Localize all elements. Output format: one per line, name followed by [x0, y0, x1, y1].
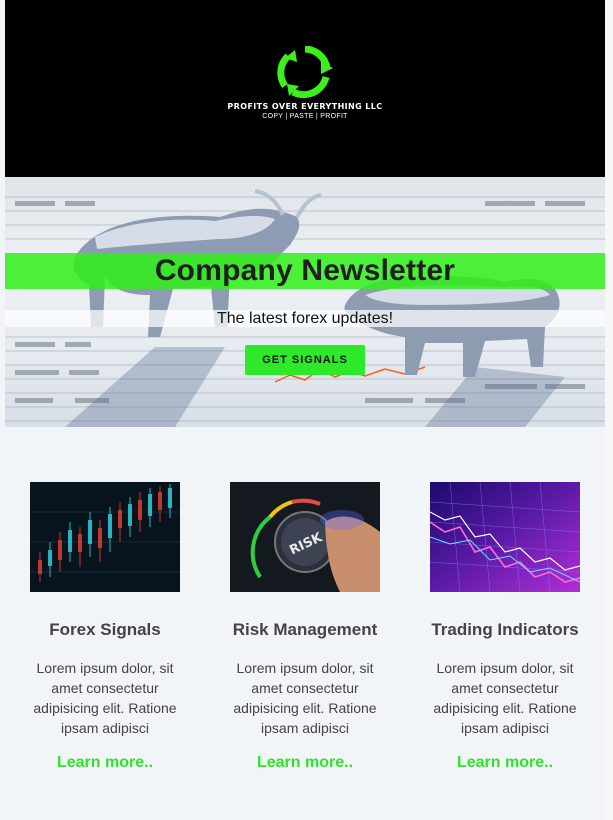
- risk-knob-image[interactable]: RISK: [230, 482, 380, 592]
- learn-more-link[interactable]: Learn more..: [457, 754, 553, 772]
- hero-banner: Company Newsletter The latest forex upda…: [5, 177, 605, 427]
- hero-title-band: Company Newsletter: [5, 253, 605, 289]
- newsletter-email: $ PROFITS OVER EVERYTHING LLC COPY | PAS…: [5, 0, 605, 771]
- hero-title: Company Newsletter: [154, 254, 456, 287]
- features-section: Forex Signals Lorem ipsum dolor, sit ame…: [5, 482, 605, 812]
- svg-text:$: $: [297, 60, 312, 85]
- header-banner: $ PROFITS OVER EVERYTHING LLC COPY | PAS…: [5, 0, 605, 177]
- feature-description: Lorem ipsum dolor, sit amet consectetur …: [33, 660, 177, 736]
- feature-description: Lorem ipsum dolor, sit amet consectetur …: [233, 660, 377, 736]
- hero-subtitle: The latest forex updates!: [216, 309, 394, 327]
- brand-tagline: COPY | PASTE | PROFIT: [262, 113, 348, 120]
- feature-card-risk-management: RISK Risk Management Lorem ipsum dolor, …: [205, 482, 405, 772]
- feature-title: Risk Management: [232, 620, 378, 639]
- brand-name: PROFITS OVER EVERYTHING LLC: [227, 102, 383, 111]
- recycle-dollar-logo-icon: $: [277, 46, 333, 98]
- trading-indicators-chart-image[interactable]: [430, 482, 580, 592]
- learn-more-link[interactable]: Learn more..: [57, 754, 153, 772]
- feature-card-forex-signals: Forex Signals Lorem ipsum dolor, sit ame…: [5, 482, 205, 772]
- brand-logo[interactable]: $ PROFITS OVER EVERYTHING LLC COPY | PAS…: [5, 46, 605, 120]
- bull-and-bear-on-stock-tables-image: [5, 189, 605, 427]
- feature-title: Forex Signals: [49, 620, 161, 639]
- hero-subtitle-band: The latest forex updates!: [5, 310, 605, 327]
- candlestick-chart-image[interactable]: [30, 482, 180, 592]
- feature-card-trading-indicators: Trading Indicators Lorem ipsum dolor, si…: [405, 482, 605, 772]
- page-edge: [605, 0, 613, 820]
- feature-description: Lorem ipsum dolor, sit amet consectetur …: [433, 660, 577, 736]
- feature-title: Trading Indicators: [431, 620, 579, 639]
- get-signals-button[interactable]: GET SIGNALS: [245, 345, 365, 375]
- learn-more-link[interactable]: Learn more..: [257, 754, 353, 772]
